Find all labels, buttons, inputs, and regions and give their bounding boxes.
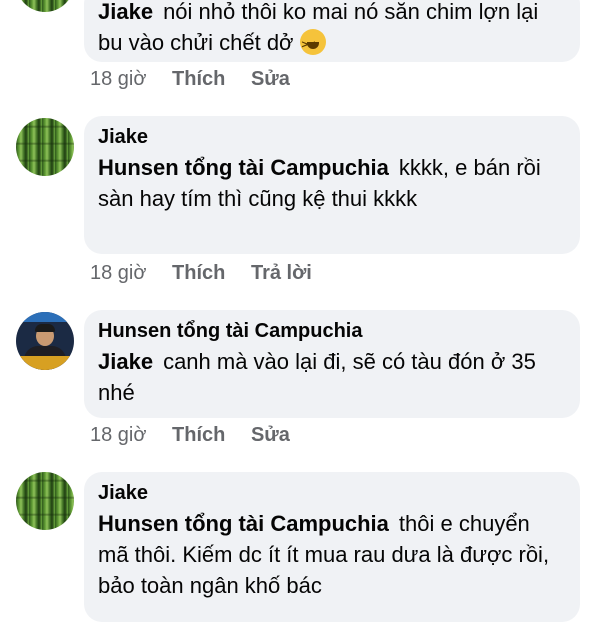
mention-link[interactable]: Hunsen tổng tài Campuchia bbox=[98, 511, 389, 536]
like-button[interactable]: Thích bbox=[172, 68, 225, 90]
avatar[interactable] bbox=[16, 0, 74, 12]
comment-time[interactable]: 18 giờ bbox=[90, 68, 146, 90]
comment-author[interactable]: Jiake bbox=[98, 0, 153, 24]
comment-author[interactable]: Jiake bbox=[98, 478, 566, 508]
like-button[interactable]: Thích bbox=[172, 424, 225, 446]
mention-link[interactable]: Jiake bbox=[98, 349, 153, 374]
comment-actions: 18 giờ Thích Sửa bbox=[90, 68, 310, 91]
comment-time[interactable]: 18 giờ bbox=[90, 424, 146, 446]
avatar[interactable] bbox=[16, 118, 74, 176]
comment-time[interactable]: 18 giờ bbox=[90, 262, 146, 284]
avatar[interactable] bbox=[16, 312, 74, 370]
laughing-emoji-icon bbox=[299, 29, 326, 61]
comment-bubble: Jiake Hunsen tổng tài Campuchia kkkk, e b… bbox=[84, 116, 580, 254]
edit-button[interactable]: Sửa bbox=[251, 424, 290, 446]
comment-actions: 18 giờ Thích Trả lời bbox=[90, 262, 332, 285]
comment-bubble: Hunsen tổng tài Campuchia Jiake canh mà v… bbox=[84, 310, 580, 418]
comment-bubble: Jiake nói nhỏ thôi ko mai nó săn chim lợn… bbox=[84, 0, 580, 62]
like-button[interactable]: Thích bbox=[172, 262, 225, 284]
comment-actions: 18 giờ Thích Sửa bbox=[90, 424, 310, 447]
comment-author[interactable]: Hunsen tổng tài Campuchia bbox=[98, 316, 566, 346]
reply-button[interactable]: Trả lời bbox=[251, 262, 312, 284]
comment-text: canh mà vào lại đi, sẽ có tàu đón ở 35 n… bbox=[98, 349, 536, 405]
avatar[interactable] bbox=[16, 472, 74, 530]
mention-link[interactable]: Hunsen tổng tài Campuchia bbox=[98, 155, 389, 180]
edit-button[interactable]: Sửa bbox=[251, 68, 290, 90]
comment-author[interactable]: Jiake bbox=[98, 122, 566, 152]
